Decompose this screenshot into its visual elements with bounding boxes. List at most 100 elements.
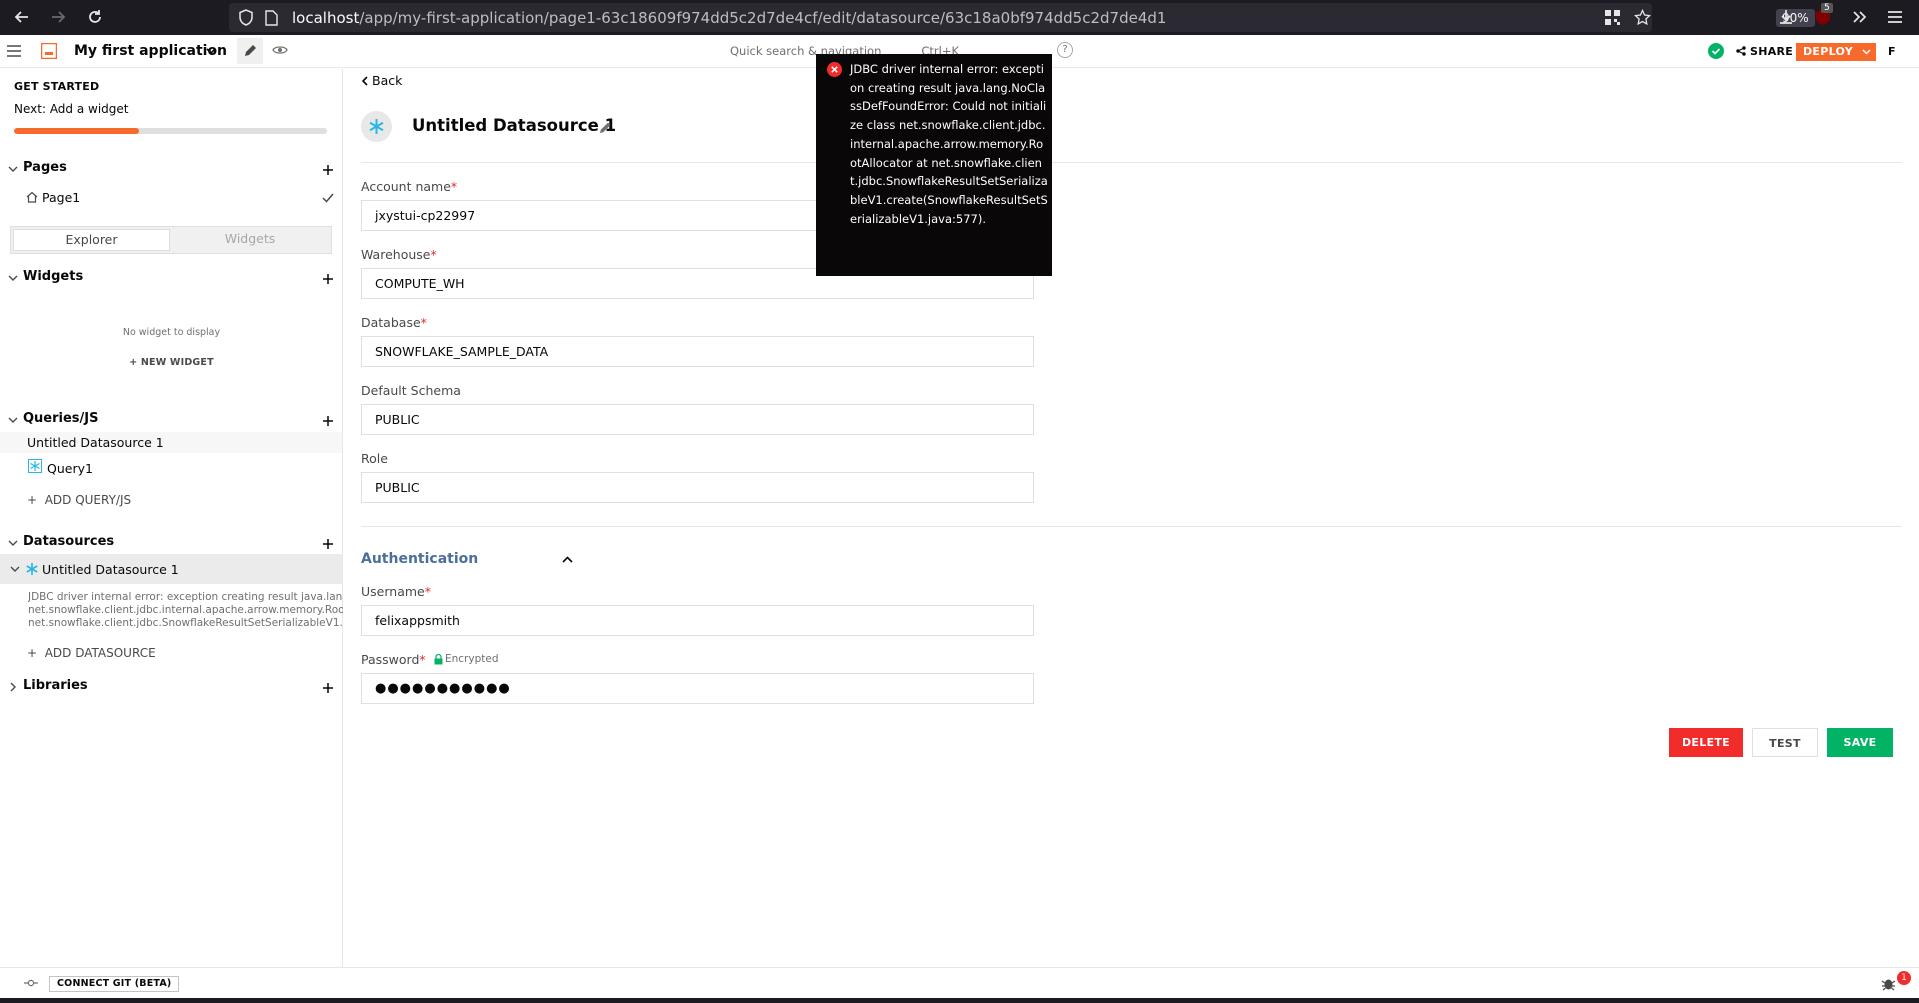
datasource-snowflake-icon	[361, 111, 392, 142]
app-name[interactable]: My first application	[74, 43, 227, 59]
new-widget-label: NEW WIDGET	[140, 357, 214, 368]
hamburger-menu-icon[interactable]	[1886, 8, 1904, 26]
role-label: Role	[361, 451, 388, 466]
url-bar[interactable]: localhost/app/my-first-application/page1…	[229, 3, 1815, 32]
datasource-error-line: net.snowflake.client.jdbc.SnowflakeResul…	[28, 617, 343, 629]
deploy-button[interactable]: DEPLOY	[1796, 43, 1876, 61]
appsmith-logo-icon	[41, 43, 57, 59]
page-check-icon	[322, 193, 334, 203]
add-widget-icon[interactable]	[322, 273, 334, 285]
lock-icon	[434, 654, 443, 665]
datasources-section-title[interactable]: Datasources	[23, 534, 114, 549]
no-widget-text: No widget to display	[122, 327, 221, 338]
test-button[interactable]: TEST	[1752, 728, 1818, 757]
share-icon[interactable]	[1736, 46, 1746, 56]
add-library-icon[interactable]	[322, 682, 334, 694]
account-name-label: Account name*	[361, 179, 458, 194]
widgets-chevron-icon[interactable]	[8, 273, 18, 283]
chevron-down-icon[interactable]	[206, 48, 216, 55]
pages-section-title[interactable]: Pages	[23, 160, 67, 175]
authentication-section-title[interactable]: Authentication	[361, 551, 478, 567]
datasources-chevron-icon[interactable]	[8, 538, 18, 548]
default-schema-input[interactable]: PUBLIC	[361, 404, 1034, 435]
username-label: Username*	[361, 584, 431, 599]
back-link[interactable]: Back	[361, 73, 402, 88]
database-label: Database*	[361, 315, 427, 330]
bug-count-badge: 1	[1897, 971, 1911, 985]
tab-widgets[interactable]: Widgets	[171, 229, 329, 251]
deploy-chevron-icon[interactable]	[1862, 43, 1871, 61]
delete-button[interactable]: DELETE	[1669, 728, 1743, 757]
error-x-icon	[827, 62, 842, 77]
next-step-text: Next: Add a widget	[14, 102, 129, 116]
pages-chevron-icon[interactable]	[8, 164, 18, 174]
more-tools-icon[interactable]	[1851, 8, 1869, 26]
snowflake-query-icon	[28, 459, 42, 473]
edit-name-pencil-icon[interactable]	[599, 121, 612, 134]
shield-icon[interactable]	[238, 9, 254, 26]
extension-badge: 5	[1821, 3, 1833, 13]
database-input[interactable]: SNOWFLAKE_SAMPLE_DATA	[361, 336, 1034, 367]
warehouse-label: Warehouse*	[361, 247, 437, 262]
share-button[interactable]: SHARE	[1750, 45, 1793, 58]
add-query-label: ADD QUERY/JS	[44, 493, 132, 507]
default-schema-label: Default Schema	[361, 383, 461, 398]
libraries-section-title[interactable]: Libraries	[23, 678, 88, 693]
help-icon[interactable]: ?	[1057, 42, 1073, 58]
add-datasource-label: ADD DATASOURCE	[44, 646, 156, 660]
datasource-error-line: net.snowflake.client.jdbc.internal.apach…	[28, 604, 343, 616]
tab-explorer[interactable]: Explorer	[13, 229, 170, 251]
edit-mode-button[interactable]	[237, 38, 263, 64]
bottom-strip	[0, 998, 1919, 1003]
reload-icon[interactable]	[86, 8, 104, 26]
get-started-title[interactable]: GET STARTED	[14, 80, 99, 93]
save-button[interactable]: SAVE	[1827, 728, 1893, 757]
progress-fill	[14, 128, 140, 134]
snowflake-icon	[25, 562, 39, 576]
connect-git-button[interactable]: CONNECT GIT (BETA)	[49, 976, 180, 992]
browser-toolbar: localhost/app/my-first-application/page1…	[0, 0, 1919, 35]
home-icon	[26, 191, 38, 203]
sidebar-item-query1[interactable]: Query1	[47, 461, 93, 476]
page-icon	[265, 10, 278, 26]
add-query-button[interactable]: + ADD QUERY/JS	[27, 493, 131, 507]
encrypted-badge: Encrypted	[445, 653, 499, 665]
bottom-bar: CONNECT GIT (BETA) 1	[0, 967, 1919, 998]
add-datasource-icon[interactable]	[322, 538, 334, 550]
chevron-up-icon[interactable]	[562, 556, 573, 563]
query-group-label[interactable]: Untitled Datasource 1	[27, 435, 164, 450]
chevron-left-icon	[361, 76, 368, 86]
role-input[interactable]: PUBLIC	[361, 472, 1034, 503]
datasource-error-line: JDBC driver internal error: exception cr…	[28, 591, 343, 603]
libraries-chevron-icon[interactable]	[8, 682, 18, 692]
add-datasource-button[interactable]: + ADD DATASOURCE	[27, 646, 156, 660]
saved-check-icon	[1708, 43, 1724, 59]
preview-eye-icon[interactable]	[272, 44, 288, 56]
bookmark-star-icon[interactable]	[1634, 9, 1651, 26]
download-icon[interactable]	[1777, 8, 1795, 26]
header-divider	[361, 162, 1902, 163]
user-avatar[interactable]: F	[1888, 45, 1896, 58]
password-input[interactable]: ●●●●●●●●●●●	[361, 673, 1034, 704]
add-page-icon[interactable]	[322, 164, 334, 176]
queries-chevron-icon[interactable]	[8, 415, 18, 425]
password-label: Password*	[361, 652, 426, 667]
back-arrow-icon[interactable]	[13, 8, 31, 26]
datasource-title[interactable]: Untitled Datasource 1	[412, 116, 616, 135]
sidebar-item-page1[interactable]: Page1	[42, 190, 80, 205]
qr-icon[interactable]	[1605, 10, 1620, 25]
widgets-section-title[interactable]: Widgets	[23, 269, 83, 284]
menu-icon[interactable]	[7, 45, 21, 57]
entity-explorer-sidebar: GET STARTED Next: Add a widget Pages Pag…	[0, 69, 343, 967]
queries-section-title[interactable]: Queries/JS	[23, 411, 99, 426]
username-input[interactable]: felixappsmith	[361, 605, 1034, 636]
add-query-icon[interactable]	[322, 415, 334, 427]
new-widget-button[interactable]: + NEW WIDGET	[0, 357, 343, 368]
error-toast-message: JDBC driver internal error: exception cr…	[850, 62, 1048, 226]
url-text: localhost/app/my-first-application/page1…	[292, 9, 1167, 27]
sidebar-item-datasource[interactable]: Untitled Datasource 1	[42, 562, 179, 577]
bug-icon[interactable]	[1881, 976, 1896, 991]
error-toast: JDBC driver internal error: exception cr…	[816, 54, 1052, 276]
forward-arrow-icon[interactable]	[49, 8, 67, 26]
datasource-chevron-icon[interactable]	[10, 564, 20, 574]
